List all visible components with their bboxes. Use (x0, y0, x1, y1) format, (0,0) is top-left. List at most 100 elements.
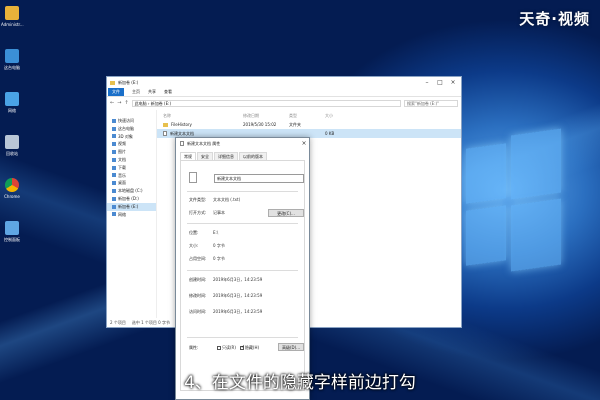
property-row: 修改时间: 2019年6月3日，14:23:59 (189, 293, 262, 299)
property-label: 占用空间: (189, 256, 207, 261)
attributes-label: 属性: (189, 345, 199, 350)
sidebar-item-label: 3D 对象 (118, 133, 133, 139)
address-path[interactable]: 此电脑 › 新加卷 (E:) (131, 99, 401, 107)
column-header[interactable]: 类型 (289, 112, 325, 120)
desktop-icon[interactable]: 控制面板 (1, 221, 23, 243)
sidebar-item[interactable]: 网络 (107, 211, 156, 219)
sidebar-item[interactable]: 桌面 (107, 179, 156, 187)
file-row[interactable]: FileHistory 2019/5/30 15:02 文件夹 (157, 120, 461, 129)
user-folder-icon (5, 6, 19, 20)
up-arrow-icon[interactable]: ↑ (124, 100, 128, 106)
drive-icon (112, 204, 116, 209)
sidebar-item-label: 音乐 (118, 172, 126, 178)
sidebar-item[interactable]: 新加卷 (E:) (107, 202, 156, 211)
sidebar-item-label: 视频 (118, 141, 126, 147)
drive-icon (112, 181, 116, 186)
explorer-title: 新加卷 (E:) (118, 79, 139, 85)
drive-icon (112, 196, 116, 201)
sidebar-item[interactable]: 这台电脑 (107, 125, 156, 133)
property-value: 0 字节 (213, 256, 225, 261)
sidebar-item[interactable]: 新加卷 (D:) (107, 195, 156, 203)
forward-arrow-icon[interactable]: → (117, 100, 121, 106)
desktop-icon-label: 控制面板 (4, 237, 20, 242)
computer-icon (5, 49, 19, 63)
dialog-tab[interactable]: 常规 (180, 152, 196, 160)
file-date: 2019/5/30 15:02 (243, 122, 277, 127)
address-bar-row: ← → ↑ 此电脑 › 新加卷 (E:) 搜索"新加卷 (E:)" (107, 97, 461, 109)
drive-icon (112, 118, 116, 123)
separator (187, 223, 298, 224)
close-icon[interactable]: × (448, 79, 458, 86)
dialog-title-bar[interactable]: 新建文本文档 属性 × (176, 138, 309, 149)
sidebar-item[interactable]: 视频 (107, 140, 156, 148)
desktop-icon-label: Chrome (4, 194, 20, 199)
drive-icon (112, 142, 116, 147)
property-row: 占用空间: 0 字节 (189, 256, 225, 262)
drive-icon (112, 165, 116, 170)
watermark-logo: 天奇·视频 (519, 10, 590, 28)
minimize-icon[interactable]: – (422, 79, 432, 86)
sidebar-item[interactable]: 3D 对象 (107, 133, 156, 141)
desktop-icon-label: 这台电脑 (4, 65, 20, 70)
sidebar-item-label: 桌面 (118, 180, 126, 186)
dialog-close-icon[interactable]: × (299, 140, 309, 147)
separator (187, 337, 298, 338)
desktop-icon-label: 网络 (8, 108, 16, 113)
readonly-checkbox[interactable]: 只读(R) (217, 345, 236, 351)
windows-logo-wallpaper (466, 126, 566, 286)
property-label: 打开方式: (189, 210, 207, 215)
search-input[interactable]: 搜索"新加卷 (E:)" (404, 99, 458, 107)
desktop-icon[interactable]: 这台电脑 (1, 49, 23, 71)
desktop: Administr... 这台电脑 网络 回收站 Chrome 控制面板 天奇·视频 新加… (0, 0, 600, 400)
sidebar-item[interactable]: 音乐 (107, 172, 156, 180)
ribbon-tab[interactable]: 共享 (148, 89, 156, 95)
desktop-icon[interactable]: 回收站 (1, 135, 23, 157)
filename-field[interactable]: 新建文本文档 (214, 174, 304, 183)
back-arrow-icon[interactable]: ← (110, 100, 114, 106)
attributes-row: 属性: 只读(R) 隐藏(H) (189, 344, 259, 351)
property-row: 打开方式: 记事本 (189, 210, 225, 216)
separator (187, 191, 298, 192)
dialog-title: 新建文本文档 属性 (187, 140, 221, 146)
sidebar-item[interactable]: 文档 (107, 156, 156, 164)
sidebar-item-label: 图片 (118, 149, 126, 155)
ribbon-tabs: 文件 主页 共享 查看 (107, 88, 461, 97)
control-panel-icon (5, 221, 19, 235)
advanced-button[interactable]: 高级(D)... (278, 343, 304, 351)
ribbon-tab[interactable]: 主页 (132, 89, 140, 95)
text-file-icon (180, 141, 184, 146)
properties-dialog[interactable]: 新建文本文档 属性 × 常规 安全 详细信息 以前的版本 新建文本文档 文件类型: 文本… (175, 137, 310, 400)
dialog-tab[interactable]: 详细信息 (214, 152, 238, 160)
desktop-icon[interactable]: Administr... (1, 6, 24, 27)
ribbon-tab[interactable]: 查看 (164, 89, 172, 95)
maximize-icon[interactable]: □ (435, 79, 445, 86)
folder-icon (110, 80, 115, 85)
chrome-icon (5, 178, 19, 192)
column-header[interactable]: 修改日期 (243, 112, 289, 120)
sidebar-item[interactable]: 下载 (107, 164, 156, 172)
dialog-tab[interactable]: 以前的版本 (239, 152, 267, 160)
ribbon-tab[interactable]: 文件 (108, 88, 124, 96)
status-text: 2 个项目 (110, 319, 126, 325)
sidebar-item-label: 本地磁盘 (C:) (118, 188, 143, 194)
desktop-icon[interactable]: 网络 (1, 92, 23, 114)
column-header[interactable]: 大小 (325, 112, 355, 120)
column-header[interactable]: 名称 (163, 112, 243, 120)
desktop-icon[interactable]: Chrome (1, 178, 23, 199)
sidebar-item-label: 下载 (118, 164, 126, 170)
sidebar-item-label: 文档 (118, 156, 126, 162)
hidden-checkbox[interactable]: 隐藏(H) (239, 344, 259, 351)
change-open-with-button[interactable]: 更改(C)... (268, 209, 304, 217)
property-value: 2019年6月3日，14:23:59 (213, 277, 263, 282)
sidebar-item-label: 网络 (118, 211, 126, 217)
property-row: 访问时间: 2019年6月3日，14:23:59 (189, 309, 262, 315)
sidebar-item[interactable]: 图片 (107, 148, 156, 156)
sidebar-item[interactable]: 快速访问 (107, 117, 156, 125)
sidebar-item-label: 快速访问 (118, 118, 134, 123)
property-row: 大小: 0 字节 (189, 243, 225, 249)
drive-icon (112, 150, 116, 155)
dialog-tab[interactable]: 安全 (197, 152, 213, 160)
explorer-title-bar[interactable]: 新加卷 (E:) – □ × (107, 77, 461, 88)
property-label: 创建时间: (189, 277, 207, 282)
sidebar-item[interactable]: 本地磁盘 (C:) (107, 187, 156, 195)
